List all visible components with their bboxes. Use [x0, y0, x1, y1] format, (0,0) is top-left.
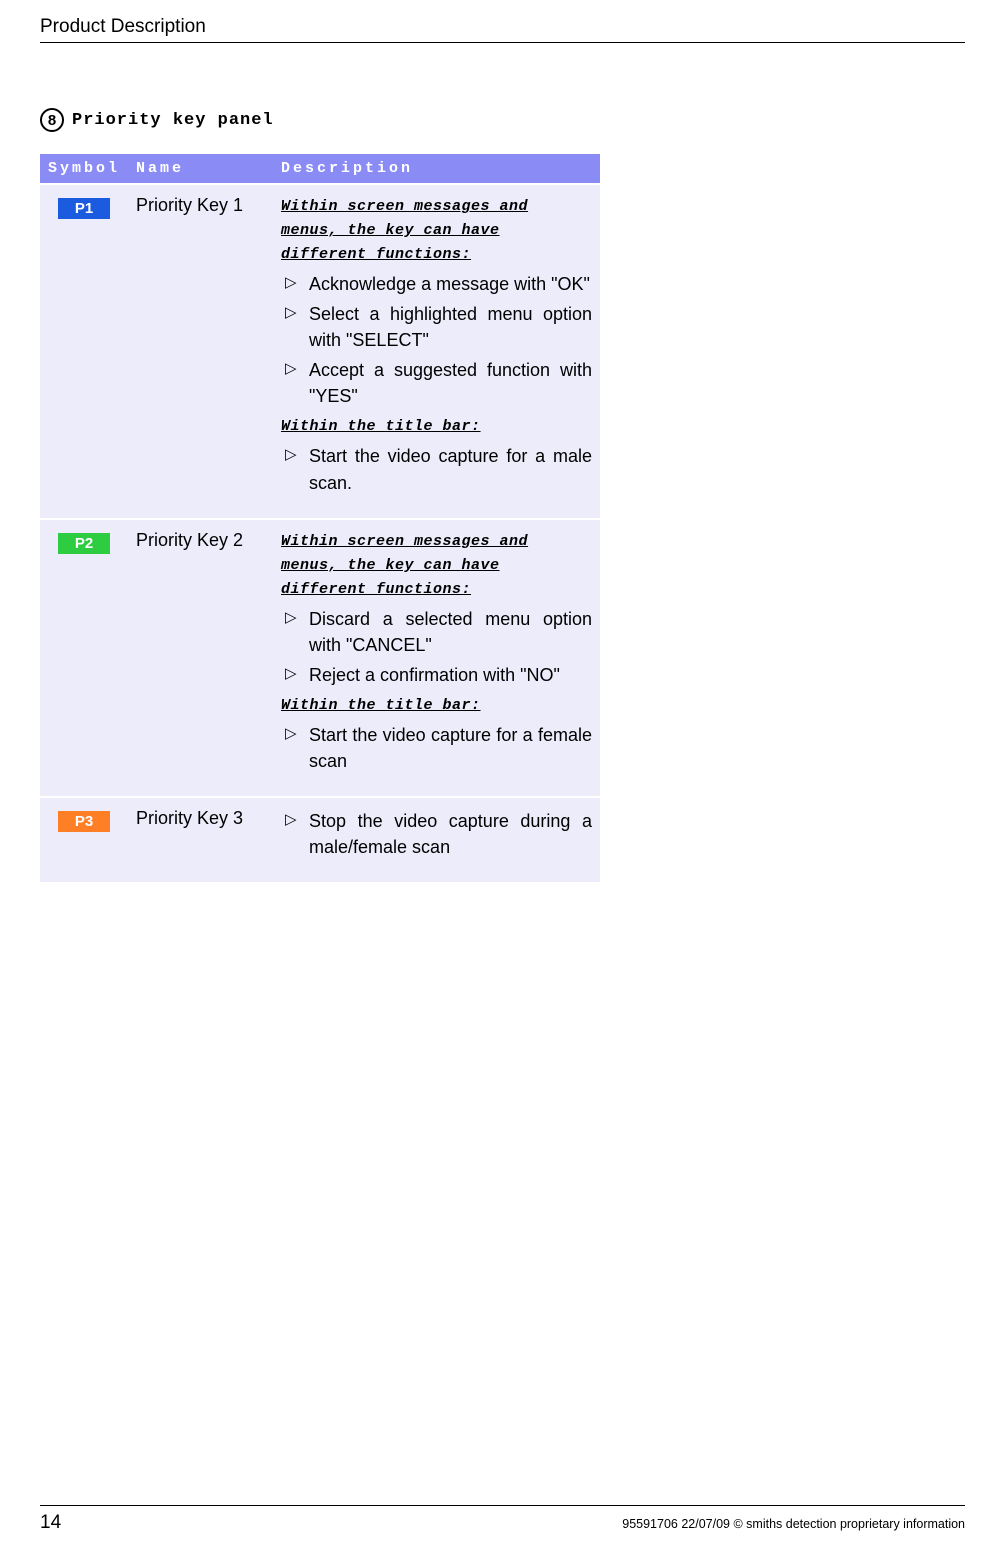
list-item: Accept a suggested function with "YES"	[281, 357, 592, 409]
description-cell: Within screen messages and menus, the ke…	[273, 184, 600, 519]
description-list: Start the video capture for a female sca…	[281, 722, 592, 774]
symbol-cell: P2	[40, 519, 128, 797]
name-cell: Priority Key 3	[128, 797, 273, 882]
list-item: Start the video capture for a female sca…	[281, 722, 592, 774]
name-cell: Priority Key 2	[128, 519, 273, 797]
description-list: Start the video capture for a male scan.	[281, 443, 592, 495]
col-symbol: Symbol	[40, 154, 128, 184]
priority-key-table-wrap: Symbol Name Description P1 Priority Key 1…	[40, 154, 600, 882]
table-row: P2 Priority Key 2Within screen messages a…	[40, 519, 600, 797]
priority-badge-icon: P2	[58, 533, 110, 554]
description-heading: Within screen messages and menus, the ke…	[281, 530, 592, 602]
description-heading: Within the title bar:	[281, 694, 592, 718]
page-header: Product Description	[40, 16, 965, 43]
description-list: Stop the video capture during a male/fem…	[281, 808, 592, 860]
priority-badge-icon: P1	[58, 198, 110, 219]
section-title-row: 8 Priority key panel	[40, 108, 274, 132]
section-number-icon: 8	[40, 108, 64, 132]
priority-key-table: Symbol Name Description P1 Priority Key 1…	[40, 154, 600, 882]
page-number: 14	[40, 1512, 61, 1534]
description-heading: Within screen messages and menus, the ke…	[281, 195, 592, 267]
description-list: Acknowledge a message with "OK" Select a …	[281, 271, 592, 409]
description-list: Discard a selected menu option with "CAN…	[281, 606, 592, 688]
list-item: Select a highlighted menu option with "S…	[281, 301, 592, 353]
list-item: Reject a confirmation with "NO"	[281, 662, 592, 688]
footer-copyright: 95591706 22/07/09 © smiths detection pro…	[622, 1517, 965, 1531]
table-row: P1 Priority Key 1Within screen messages a…	[40, 184, 600, 519]
page-footer: 14 95591706 22/07/09 © smiths detection …	[40, 1505, 965, 1534]
description-heading: Within the title bar:	[281, 415, 592, 439]
list-item: Acknowledge a message with "OK"	[281, 271, 592, 297]
col-description: Description	[273, 154, 600, 184]
list-item: Stop the video capture during a male/fem…	[281, 808, 592, 860]
table-header-row: Symbol Name Description	[40, 154, 600, 184]
description-cell: Stop the video capture during a male/fem…	[273, 797, 600, 882]
description-cell: Within screen messages and menus, the ke…	[273, 519, 600, 797]
table-row: P3 Priority Key 3Stop the video capture d…	[40, 797, 600, 882]
symbol-cell: P3	[40, 797, 128, 882]
name-cell: Priority Key 1	[128, 184, 273, 519]
list-item: Start the video capture for a male scan.	[281, 443, 592, 495]
col-name: Name	[128, 154, 273, 184]
symbol-cell: P1	[40, 184, 128, 519]
list-item: Discard a selected menu option with "CAN…	[281, 606, 592, 658]
priority-badge-icon: P3	[58, 811, 110, 832]
header-title: Product Description	[40, 16, 206, 37]
section-title: Priority key panel	[72, 111, 274, 130]
